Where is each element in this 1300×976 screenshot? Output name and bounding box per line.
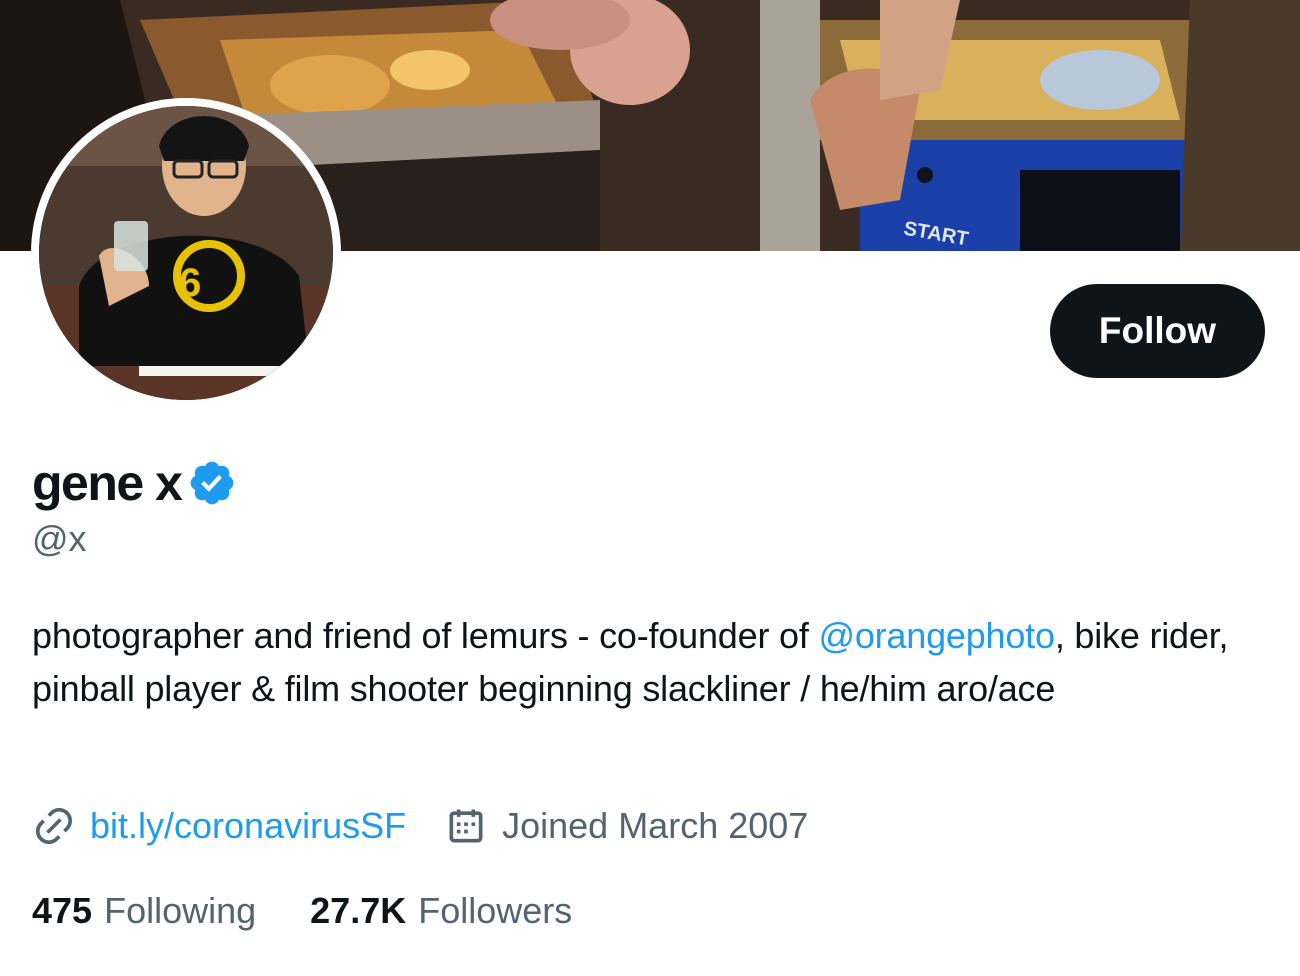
link-icon (35, 807, 73, 845)
website-item: bit.ly/coronavirusSF (32, 804, 406, 848)
followers-link[interactable]: 27.7K Followers (310, 890, 572, 932)
following-link[interactable]: 475 Following (32, 890, 256, 932)
website-link[interactable]: bit.ly/coronavirusSF (90, 805, 406, 847)
avatar-photo: 6 (39, 106, 333, 400)
follow-button[interactable]: Follow (1050, 284, 1265, 378)
verified-badge-icon[interactable] (187, 458, 237, 508)
profile-bio: photographer and friend of lemurs - co-f… (32, 609, 1272, 715)
following-label: Following (104, 890, 257, 931)
display-name: gene x (32, 455, 183, 511)
name-row: gene x (32, 452, 237, 514)
joined-date: Joined March 2007 (502, 805, 809, 846)
svg-text:6: 6 (179, 261, 201, 305)
profile-meta: bit.ly/coronavirusSF Joined March 2007 (32, 800, 846, 852)
profile-page: START 6 Follow gene x @x photographer an… (0, 0, 1300, 976)
joined-item: Joined March 2007 (444, 804, 808, 848)
followers-count: 27.7K (310, 890, 407, 931)
avatar[interactable]: 6 (31, 98, 341, 408)
followers-label: Followers (418, 890, 573, 931)
calendar-icon (449, 809, 483, 843)
follow-stats: 475 Following 27.7K Followers (32, 886, 626, 936)
following-count: 475 (32, 890, 93, 931)
bio-text-before: photographer and friend of lemurs - co-f… (32, 615, 819, 656)
user-handle: @x (32, 518, 87, 559)
bio-mention-link[interactable]: @orangephoto (818, 615, 1055, 656)
